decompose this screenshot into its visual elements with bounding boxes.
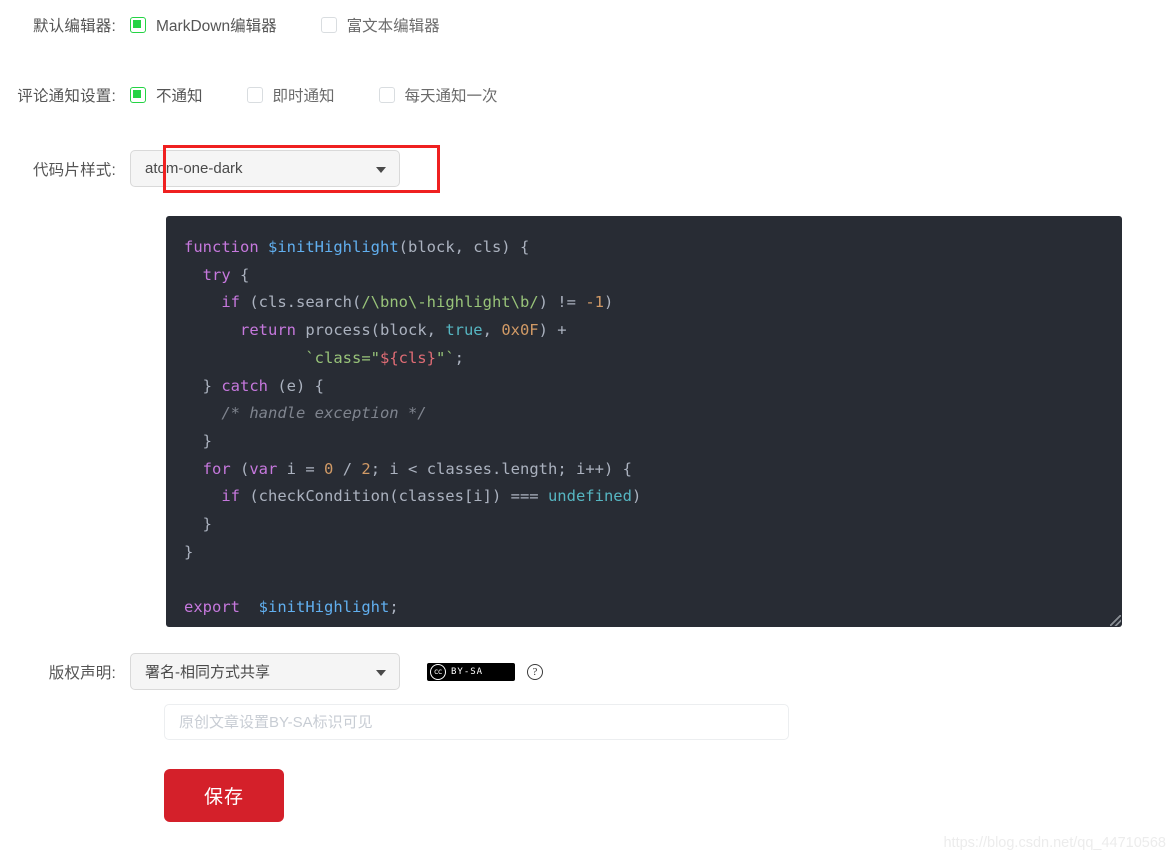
checkbox-no-notify-box[interactable]	[130, 87, 146, 103]
help-circle-icon[interactable]: ?	[527, 663, 543, 680]
chevron-down-icon	[376, 166, 386, 173]
code-preview-text: function $initHighlight(block, cls) { tr…	[184, 238, 642, 617]
row-copyright: 版权声明: 署名-相同方式共享 cc BY-SA ?	[0, 653, 543, 690]
checkbox-instant-notify-label: 即时通知	[272, 88, 335, 105]
row-comment-notification: 评论通知设置: 不通知 即时通知 每天通知一次	[0, 84, 498, 106]
checkbox-instant-notify-box[interactable]	[246, 87, 263, 103]
checkbox-markdown-editor-box[interactable]	[130, 17, 146, 33]
checkbox-group-default-editor: MarkDown编辑器 富文本编辑器	[130, 14, 440, 36]
checkbox-no-notify-label: 不通知	[156, 88, 203, 105]
code-preview-resize-handle[interactable]	[1110, 615, 1121, 626]
label-copyright: 版权声明:	[48, 664, 116, 682]
code-style-select-value: atom-one-dark	[145, 160, 243, 177]
label-default-editor: 默认编辑器:	[32, 18, 116, 35]
row-default-editor: 默认编辑器: MarkDown编辑器 富文本编辑器	[0, 14, 440, 36]
cc-badge-text: BY-SA	[451, 666, 484, 677]
checkbox-markdown-editor-label: MarkDown编辑器	[156, 18, 277, 35]
watermark-url: https://blog.csdn.net/qq_44710568	[943, 835, 1166, 851]
creative-commons-badge-icon: cc BY-SA	[427, 662, 515, 681]
save-button[interactable]: 保存	[164, 769, 284, 822]
checkbox-group-comment-notification: 不通知 即时通知 每天通知一次	[130, 84, 498, 106]
settings-page: 默认编辑器: MarkDown编辑器 富文本编辑器 评论通知设置: 不通知 即时…	[0, 0, 1174, 857]
checkbox-item-rich-text-editor[interactable]: 富文本编辑器	[320, 14, 440, 36]
copyright-select[interactable]: 署名-相同方式共享	[130, 653, 400, 690]
license-badge-group: cc BY-SA ?	[427, 662, 543, 681]
code-preview-panel: function $initHighlight(block, cls) { tr…	[166, 216, 1122, 627]
checkbox-rich-text-editor-box[interactable]	[320, 17, 337, 33]
checkbox-item-instant-notify[interactable]: 即时通知	[246, 84, 335, 106]
checkbox-daily-notify-label: 每天通知一次	[404, 88, 498, 105]
checkbox-rich-text-editor-label: 富文本编辑器	[346, 18, 440, 35]
checkbox-item-markdown-editor[interactable]: MarkDown编辑器	[130, 14, 277, 36]
code-style-select[interactable]: atom-one-dark	[130, 150, 400, 187]
cc-mark-icon: cc	[430, 663, 446, 680]
label-comment-notification: 评论通知设置:	[17, 88, 116, 105]
declaration-input[interactable]	[164, 704, 789, 740]
chevron-down-icon	[376, 669, 386, 676]
checkbox-item-no-notify[interactable]: 不通知	[130, 84, 203, 106]
checkbox-item-daily-notify[interactable]: 每天通知一次	[378, 84, 498, 106]
copyright-select-value: 署名-相同方式共享	[145, 664, 270, 681]
checkbox-daily-notify-box[interactable]	[378, 87, 395, 103]
row-code-style: 代码片样式: atom-one-dark	[0, 150, 400, 187]
label-code-style: 代码片样式:	[32, 161, 116, 179]
